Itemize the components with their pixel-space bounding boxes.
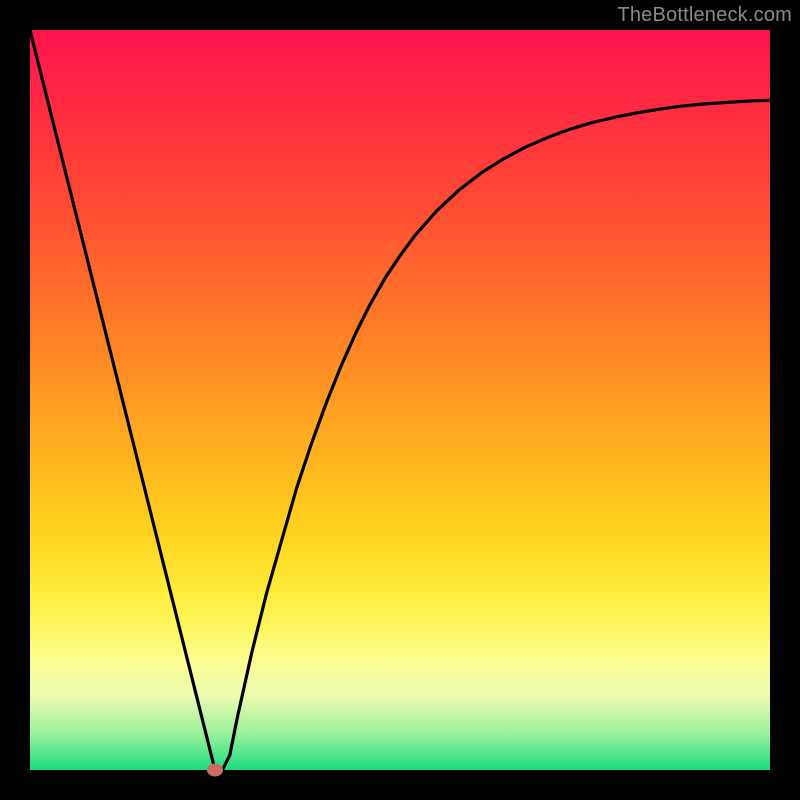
plot-area bbox=[30, 30, 770, 770]
minimum-marker bbox=[207, 764, 223, 777]
plot-svg bbox=[30, 30, 770, 770]
bottleneck-curve bbox=[30, 30, 770, 770]
watermark-text: TheBottleneck.com bbox=[617, 4, 792, 27]
chart-frame: TheBottleneck.com bbox=[0, 0, 800, 800]
